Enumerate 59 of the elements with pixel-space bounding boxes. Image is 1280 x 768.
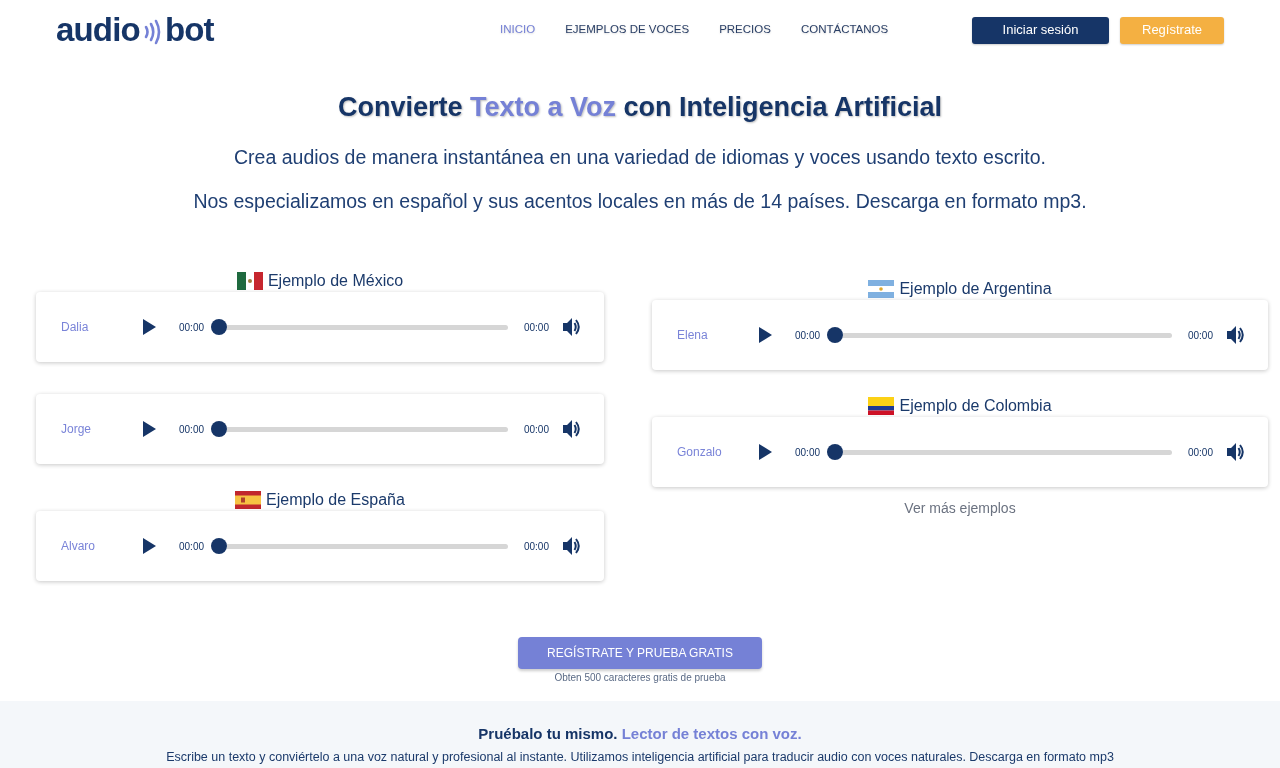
voice-name: Dalia — [61, 319, 90, 336]
slider-thumb[interactable] — [211, 538, 228, 554]
nav-link[interactable]: INICIO — [500, 21, 536, 39]
voice-name: Alvaro — [61, 538, 96, 555]
time-label: 00:00 — [179, 422, 205, 437]
section-title: Pruébalo tu mismo. Lector de textos con voz. — [478, 724, 802, 744]
example-title: Ejemplo de España — [266, 490, 405, 510]
seek-slider[interactable] — [227, 543, 508, 549]
play-icon[interactable] — [143, 421, 156, 437]
slider-thumb[interactable] — [827, 327, 844, 343]
sound-waves-icon — [142, 19, 161, 45]
flag-icon — [236, 272, 263, 290]
time-label: 00:00 — [795, 328, 821, 343]
time-label: 00:00 — [179, 539, 205, 554]
time-label: 00:00 — [1187, 328, 1213, 343]
hero-title: Convierte Texto a Voz con Inteligencia Artificial — [337, 91, 943, 124]
volume-icon[interactable] — [1227, 326, 1244, 344]
example-title: Ejemplo de Colombia — [899, 396, 1052, 416]
nav-link[interactable]: EJEMPLOS DE VOCES — [565, 21, 690, 39]
more-examples-link[interactable]: Ver más ejemplos — [904, 500, 1016, 516]
volume-icon[interactable] — [563, 318, 580, 336]
example-title: Ejemplo de Argentina — [899, 279, 1052, 299]
voice-name: Jorge — [61, 421, 93, 438]
play-icon[interactable] — [143, 319, 156, 335]
time-label: 00:00 — [523, 320, 549, 335]
hero-subtitle: Crea audios de manera instantánea en una variedad de idiomas y voces usando texto escrito. — [234, 146, 1046, 168]
play-icon[interactable] — [759, 327, 772, 343]
example-title: Ejemplo de México — [267, 271, 404, 291]
time-label: 00:00 — [795, 445, 821, 460]
seek-slider[interactable] — [843, 332, 1172, 338]
login-button[interactable]: Iniciar sesión — [972, 16, 1109, 44]
cta-note: Obten 500 caracteres gratis de prueba — [554, 671, 726, 685]
volume-icon[interactable] — [563, 420, 580, 438]
signup-free-button[interactable]: REGÍSTRATE Y PRUEBA GRATIS — [518, 637, 762, 669]
slider-thumb[interactable] — [211, 319, 228, 335]
play-icon[interactable] — [143, 538, 156, 554]
time-label: 00:00 — [179, 320, 205, 335]
seek-slider[interactable] — [227, 426, 508, 432]
time-label: 00:00 — [523, 539, 549, 554]
time-label: 00:00 — [1187, 445, 1213, 460]
time-label: 00:00 — [523, 422, 549, 437]
seek-slider[interactable] — [843, 449, 1172, 455]
flag-icon — [235, 491, 262, 509]
hero-subtitle: Nos especializamos en español y sus acentos locales en más de 14 países. Descarga en formato mp3. — [193, 190, 1087, 212]
flag-icon — [868, 280, 895, 298]
nav-link[interactable]: PRECIOS — [719, 21, 771, 39]
play-icon[interactable] — [759, 444, 772, 460]
volume-icon[interactable] — [1227, 443, 1244, 461]
flag-icon — [868, 397, 895, 415]
logo-text: audio — [56, 14, 140, 46]
seek-slider[interactable] — [227, 324, 508, 330]
slider-thumb[interactable] — [827, 444, 844, 460]
slider-thumb[interactable] — [211, 421, 228, 437]
nav-link[interactable]: CONTÁCTANOS — [800, 21, 889, 39]
volume-icon[interactable] — [563, 537, 580, 555]
voice-name: Elena — [677, 327, 709, 344]
section-description: Escribe un texto y conviértelo a una voz natural y profesional al instante. Utilizamos inteligencia artificial para traducir audio con voces naturales. Descarga en formato mp3 — [166, 749, 1114, 765]
logo-text: bot — [164, 14, 214, 46]
voice-name: Gonzalo — [677, 444, 723, 461]
